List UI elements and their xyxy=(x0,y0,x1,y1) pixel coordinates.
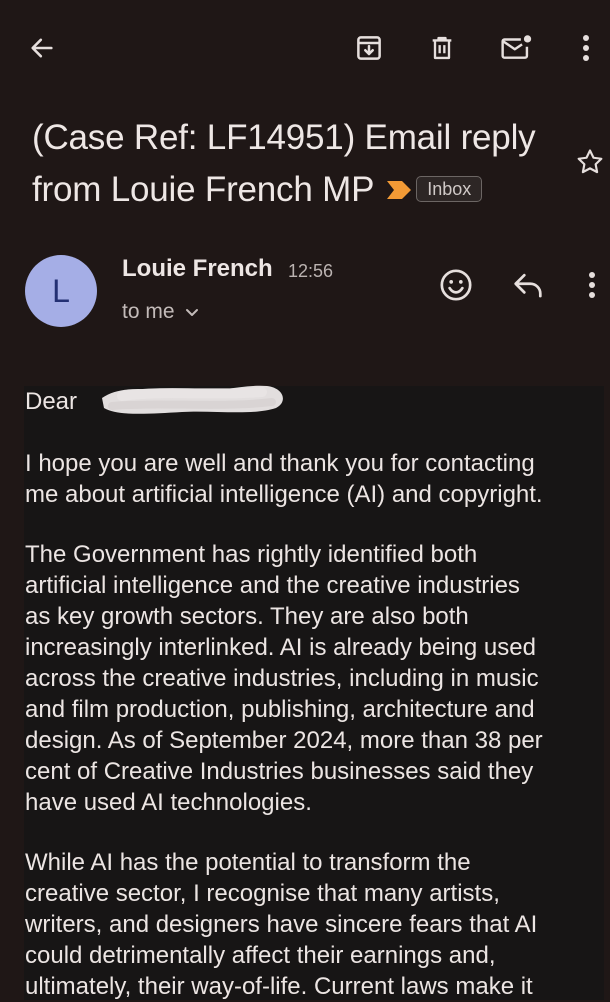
message-more-icon[interactable] xyxy=(570,263,610,307)
body-line: writers, and designers have sincere fear… xyxy=(25,911,538,938)
mark-unread-icon[interactable] xyxy=(496,28,536,68)
body-line: increasingly interlinked. AI is already … xyxy=(25,634,536,661)
inbox-label-chip[interactable]: Inbox xyxy=(416,175,483,202)
redaction-scribble xyxy=(92,376,292,418)
body-paragraph-3: While AI has the potential to transform … xyxy=(25,847,605,1002)
recipient-label: to me xyxy=(122,300,175,323)
email-subject: (Case Ref: LF14951) Email reply from Lou… xyxy=(32,112,552,216)
sent-time: 12:56 xyxy=(288,261,334,281)
recipient-details-toggle[interactable]: to me xyxy=(122,300,199,324)
body-line: creative sector, I recognise that many a… xyxy=(25,880,500,907)
chevron-down-icon xyxy=(185,300,199,324)
archive-icon[interactable] xyxy=(349,28,389,68)
greeting: Dear xyxy=(25,388,78,415)
body-line: cent of Creative Industries businesses s… xyxy=(25,758,534,785)
delete-icon[interactable] xyxy=(422,28,462,68)
reply-icon[interactable] xyxy=(506,263,550,307)
body-line: ultimately, their way-of-life. Current l… xyxy=(25,973,533,1000)
message-body: Dear I hope you are well and thank you f… xyxy=(24,385,605,1002)
more-vert-icon[interactable] xyxy=(566,28,606,68)
body-line: design. As of September 2024, more than … xyxy=(25,727,543,754)
top-toolbar xyxy=(0,0,610,96)
emoji-reaction-icon[interactable] xyxy=(434,263,478,307)
body-line: could detrimentally affect their earning… xyxy=(25,942,496,969)
back-arrow-icon[interactable] xyxy=(22,28,62,68)
sender-name: Louie French xyxy=(122,255,273,282)
body-line: While AI has the potential to transform … xyxy=(25,849,471,876)
avatar[interactable]: L xyxy=(25,255,97,327)
body-paragraph-1: I hope you are well and thank you for co… xyxy=(25,448,605,510)
subject-line-2-text: from Louie French MP xyxy=(32,170,375,209)
subject-line-2: from Louie French MP Inbox xyxy=(32,164,552,216)
body-line: and film production, publishing, archite… xyxy=(25,696,535,723)
body-line: have used AI technologies. xyxy=(25,789,312,816)
body-line: as key growth sectors. They are also bot… xyxy=(25,603,469,630)
importance-marker-icon[interactable] xyxy=(386,163,412,215)
body-line: The Government has rightly identified bo… xyxy=(25,541,478,568)
subject-line-1: (Case Ref: LF14951) Email reply xyxy=(32,118,536,157)
body-line: across the creative industries, includin… xyxy=(25,665,539,692)
body-line: me about artificial intelligence (AI) an… xyxy=(25,481,543,508)
star-icon[interactable] xyxy=(570,142,610,182)
body-line: I hope you are well and thank you for co… xyxy=(25,450,535,477)
body-paragraph-2: The Government has rightly identified bo… xyxy=(25,539,605,818)
body-line: artificial intelligence and the creative… xyxy=(25,572,520,599)
